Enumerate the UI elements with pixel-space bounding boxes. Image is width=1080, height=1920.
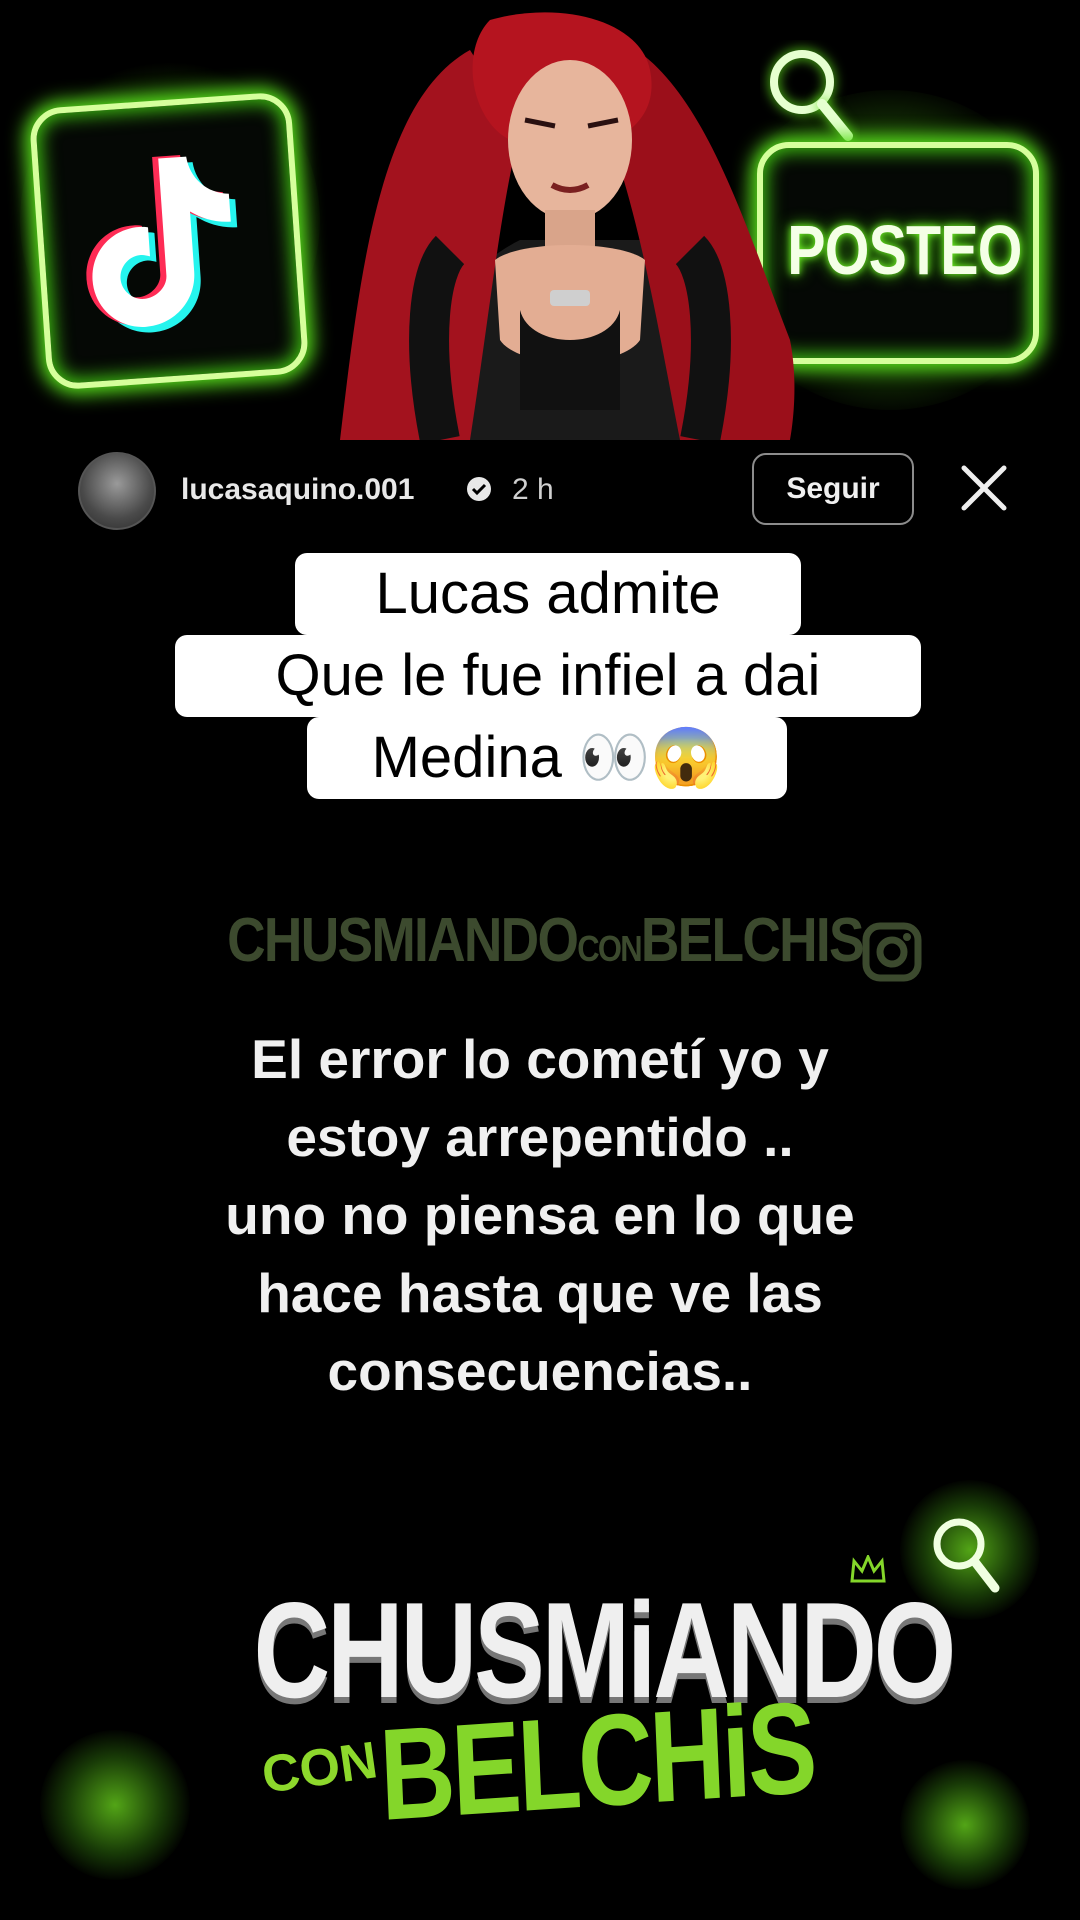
quote-line: consecuencias.. (327, 1340, 753, 1402)
watermark-text: CHUSMIANDO (227, 906, 579, 975)
tiktok-logo-box (28, 91, 310, 391)
verified-icon (467, 477, 491, 501)
watermark-text: BELCHIS (640, 906, 865, 975)
quote-line: hace hasta que ve las (257, 1262, 823, 1324)
post-time: 2 h (512, 473, 554, 506)
post-header: lucasaquino.001 2 h Seguir (0, 440, 1080, 540)
watermark-text: CON (577, 928, 642, 969)
logo-text: CON (258, 1731, 382, 1805)
quote-line: uno no piensa en lo que (225, 1184, 855, 1246)
watermark: CHUSMIANDOCONBELCHIS (184, 905, 906, 976)
follow-button[interactable]: Seguir (752, 453, 914, 525)
instagram-icon (862, 922, 922, 982)
tiktok-logo-icon (86, 155, 238, 333)
quote-line: estoy arrepentido .. (286, 1106, 794, 1168)
green-splat (900, 1760, 1030, 1890)
caption-line: Lucas admite (295, 553, 801, 635)
green-splat (40, 1730, 190, 1880)
avatar[interactable] (78, 452, 156, 530)
logo-text: BELCHiS (376, 1673, 817, 1848)
close-icon[interactable] (958, 462, 1010, 514)
quote-text: El error lo cometí yo y estoy arrepentid… (120, 1020, 960, 1410)
caption-line: Medina 👀😱 (307, 717, 787, 799)
caption-line: Que le fue infiel a dai (175, 635, 921, 717)
woman-portrait-image (340, 12, 795, 440)
quote-line: El error lo cometí yo y (251, 1028, 829, 1090)
username[interactable]: lucasaquino.001 (181, 473, 414, 507)
